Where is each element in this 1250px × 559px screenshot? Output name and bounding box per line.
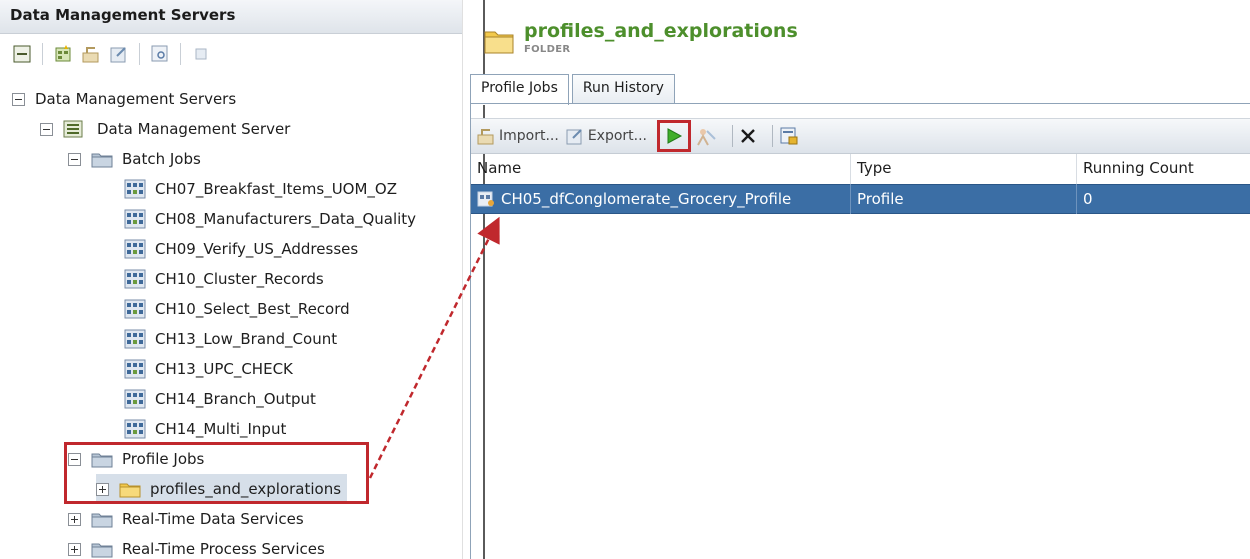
servers-panel: Data Management Servers Data Management … (0, 0, 462, 559)
tab-profile-jobs[interactable]: Profile Jobs (470, 74, 569, 105)
tree-node-batch-job[interactable]: CH07_Breakfast_Items_UOM_OZ (124, 174, 397, 204)
table-header: Name Type Running Count (471, 154, 1250, 184)
highlight-box (64, 442, 369, 504)
tree-node-batch-job[interactable]: CH14_Multi_Input (124, 414, 286, 444)
job-name: CH05_dfConglomerate_Grocery_Profile (501, 190, 792, 208)
import-label: Import... (499, 128, 559, 144)
tree-node-label: CH07_Breakfast_Items_UOM_OZ (155, 180, 398, 198)
server-icon (63, 120, 83, 138)
properties-icon (780, 127, 798, 145)
folder-details-panel: profiles_and_explorations FOLDER Profile… (470, 0, 1250, 559)
find-icon[interactable] (148, 42, 172, 66)
folder-icon (91, 513, 113, 527)
tree-node-label: CH09_Verify_US_Addresses (155, 240, 359, 258)
export-button[interactable]: Export... (565, 127, 647, 145)
batch-job-icon (124, 179, 146, 199)
tree-node-batch-job[interactable]: CH10_Cluster_Records (124, 264, 324, 294)
tree-node-label: CH13_Low_Brand_Count (155, 330, 338, 348)
folder-icon (484, 31, 514, 54)
folder-icon (91, 543, 113, 557)
table-row[interactable]: CH05_dfConglomerate_Grocery_Profile Prof… (471, 184, 1250, 214)
column-header-running-count[interactable]: Running Count (1077, 154, 1250, 184)
tree-node-label: CH14_Multi_Input (155, 420, 287, 438)
toolbar-separator (732, 125, 734, 147)
import-icon (477, 129, 494, 145)
batch-job-icon (124, 269, 146, 289)
tree-node-real-time-data[interactable]: Real-Time Data Services (68, 504, 304, 534)
toolbar-separator (139, 43, 140, 65)
toolbar-separator (772, 125, 774, 147)
close-icon (741, 129, 755, 143)
delete-button[interactable] (739, 127, 760, 145)
tree-node-label: Real-Time Data Services (122, 510, 304, 528)
page-title: profiles_and_explorations (524, 20, 798, 42)
batch-job-icon (124, 299, 146, 319)
tree-node-real-time-process[interactable]: Real-Time Process Services (68, 534, 325, 559)
stop-job-icon (697, 129, 716, 146)
tree-node-server[interactable]: Data Management Server (40, 114, 290, 144)
batch-job-icon (124, 389, 146, 409)
collapse-all-icon[interactable] (10, 42, 34, 66)
play-icon (667, 128, 683, 144)
tree-node-label: CH14_Branch_Output (155, 390, 316, 408)
toolbar-separator (180, 43, 181, 65)
tree-node-root[interactable]: Data Management Servers (12, 84, 236, 114)
import-icon[interactable] (79, 42, 103, 66)
batch-job-icon (124, 359, 146, 379)
tree-node-label: CH13_UPC_CHECK (155, 360, 293, 378)
export-icon (566, 129, 582, 145)
page-subtitle: FOLDER (524, 44, 571, 55)
copy-icon[interactable] (189, 42, 213, 66)
batch-job-icon (124, 239, 146, 259)
toolbar-separator (42, 43, 43, 65)
collapse-toggle[interactable] (40, 122, 53, 136)
cell-running-count: 0 (1083, 190, 1093, 208)
profile-job-icon (477, 191, 494, 207)
tree-node-label: Data Management Server (97, 120, 291, 138)
tree-node-batch-job[interactable]: CH08_Manufacturers_Data_Quality (124, 204, 416, 234)
tree-node-batch-job[interactable]: CH13_Low_Brand_Count (124, 324, 337, 354)
column-header-name[interactable]: Name (471, 154, 851, 184)
collapse-toggle[interactable] (68, 152, 81, 166)
tree-node-batch-job[interactable]: CH10_Select_Best_Record (124, 294, 350, 324)
cell-name: CH05_dfConglomerate_Grocery_Profile (471, 184, 851, 214)
properties-button[interactable] (779, 126, 802, 146)
collapse-toggle[interactable] (12, 92, 25, 106)
tree-node-batch-jobs[interactable]: Batch Jobs (68, 144, 201, 174)
export-label: Export... (587, 128, 648, 144)
tab-panel: Import... Export... Name Type Running Co… (470, 103, 1250, 559)
jobs-toolbar: Import... Export... (471, 118, 1250, 154)
column-header-type[interactable]: Type (851, 154, 1077, 184)
tree-node-label: Data Management Servers (35, 90, 237, 108)
export-icon[interactable] (107, 42, 131, 66)
expand-toggle[interactable] (68, 512, 81, 526)
servers-toolbar (0, 34, 462, 74)
expand-toggle[interactable] (68, 542, 81, 556)
tree-node-label: CH10_Select_Best_Record (155, 300, 350, 318)
tree-node-batch-job[interactable]: CH13_UPC_CHECK (124, 354, 293, 384)
tree-node-label: CH10_Cluster_Records (155, 270, 324, 288)
new-job-icon[interactable] (51, 42, 75, 66)
import-button[interactable]: Import... (476, 127, 559, 145)
run-button[interactable] (657, 120, 692, 152)
tree-node-label: CH08_Manufacturers_Data_Quality (155, 210, 417, 228)
batch-job-icon (124, 209, 146, 229)
folder-icon (91, 153, 113, 167)
stop-button[interactable] (695, 125, 720, 147)
tab-run-history[interactable]: Run History (571, 74, 675, 104)
tree-node-batch-job[interactable]: CH14_Branch_Output (124, 384, 316, 414)
tree-node-label: Batch Jobs (122, 150, 201, 168)
tree-node-label: Real-Time Process Services (122, 540, 325, 558)
folder-title-area: profiles_and_explorations FOLDER (484, 20, 798, 65)
panel-header: Data Management Servers (0, 0, 462, 34)
tree-node-batch-job[interactable]: CH09_Verify_US_Addresses (124, 234, 358, 264)
tab-bar: Profile Jobs Run History (470, 74, 678, 105)
batch-job-icon (124, 419, 146, 439)
batch-job-icon (124, 329, 146, 349)
cell-type: Profile (851, 184, 1077, 214)
